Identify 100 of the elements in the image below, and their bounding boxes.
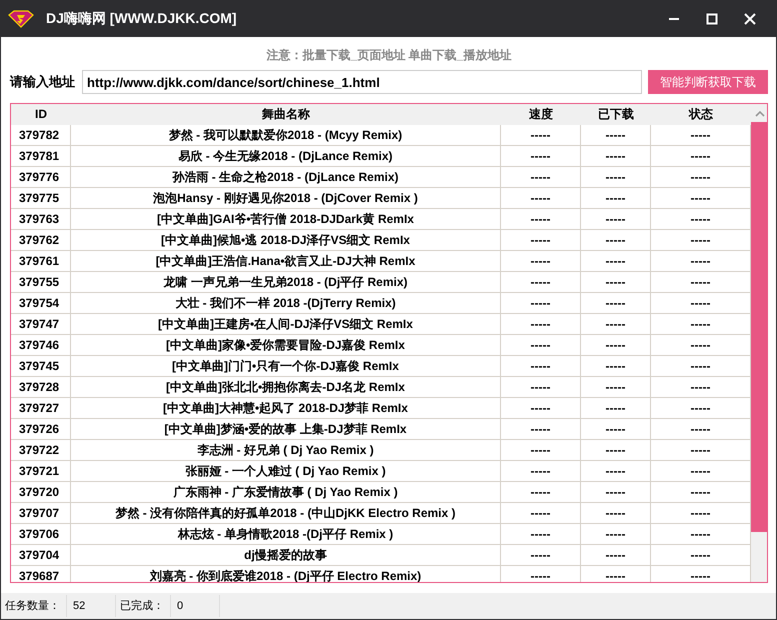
column-header: 舞曲名称	[261, 106, 311, 123]
table-cell: 379727	[11, 398, 71, 418]
notice-text: 注意：批量下载_页面地址 单曲下载_播放地址	[266, 47, 512, 64]
table-cell: 龙啸 一声兄弟一生兄弟2018 - (Dj平仔 Remix)	[71, 272, 501, 292]
table-cell: -----	[581, 419, 651, 439]
table-cell: 379687	[11, 566, 71, 582]
close-icon[interactable]	[744, 13, 756, 25]
maximize-icon[interactable]	[706, 13, 718, 25]
table-cell: -----	[501, 335, 581, 355]
address-field[interactable]: http://www.djkk.com/dance/sort/chinese_1.html	[82, 70, 642, 94]
table-cell: -----	[581, 356, 651, 376]
table-cell: -----	[581, 503, 651, 523]
table-cell: 379726	[11, 419, 71, 439]
table-cell: -----	[581, 293, 651, 313]
table-cell: 379747	[11, 314, 71, 334]
table-cell: 379704	[11, 545, 71, 565]
status-label: 已完成：	[116, 595, 171, 617]
table-cell: [中文单曲]大神慧•起风了 2018-DJ梦菲 RemIx	[71, 398, 501, 418]
table-cell: [中文单曲]门门•只有一个你-DJ嘉俊 RemIx	[71, 356, 501, 376]
table-cell: dj慢摇爱的故事	[71, 545, 501, 565]
table-cell: -----	[501, 524, 581, 544]
scrollbar-thumb[interactable]	[751, 122, 767, 532]
table-cell: -----	[581, 251, 651, 271]
table-cell: -----	[581, 230, 651, 250]
table-cell: -----	[501, 209, 581, 229]
table-cell: 梦然 - 我可以默默爱你2018 - (Mcyy Remix)	[71, 125, 501, 145]
table-cell: 广东雨神 - 广东爱情故事 ( Dj Yao Remix )	[71, 482, 501, 502]
table-cell: 379721	[11, 461, 71, 481]
status-value: 0	[171, 595, 220, 617]
table-cell: -----	[581, 440, 651, 460]
table-cell: -----	[501, 356, 581, 376]
table-cell: 379728	[11, 377, 71, 397]
table-cell: -----	[581, 314, 651, 334]
column-header: 状态	[688, 106, 714, 123]
table-cell: -----	[501, 314, 581, 334]
window-title: DJ嗨嗨网 [WWW.DJKK.COM]	[46, 10, 237, 28]
table-cell: -----	[501, 419, 581, 439]
table-cell: -----	[501, 503, 581, 523]
table-cell: -----	[581, 524, 651, 544]
table-cell: -----	[501, 566, 581, 582]
table-cell: [中文单曲]梦涵•爱的故事 上集-DJ梦菲 RemIx	[71, 419, 501, 439]
table-cell: 379745	[11, 356, 71, 376]
table-cell: -----	[581, 146, 651, 166]
table-cell: -----	[581, 482, 651, 502]
column-header: 已下载	[597, 106, 635, 123]
table-cell: 379762	[11, 230, 71, 250]
table-cell: -----	[581, 545, 651, 565]
table-cell: 379781	[11, 146, 71, 166]
table-cell: 李志洲 - 好兄弟 ( Dj Yao Remix )	[71, 440, 501, 460]
table-cell: -----	[501, 146, 581, 166]
table-cell: -----	[501, 251, 581, 271]
status-value: 52	[67, 595, 116, 617]
table-cell: [中文单曲]候旭•逃 2018-DJ泽仔VS细文 RemIx	[71, 230, 501, 250]
table-cell: -----	[501, 440, 581, 460]
table-cell: 379722	[11, 440, 71, 460]
table-cell: [中文单曲]GAI爷•苦行僧 2018-DJDark黄 RemIx	[71, 209, 501, 229]
table-cell: [中文单曲]家像•爱你需要冒险-DJ嘉俊 RemIx	[71, 335, 501, 355]
table-cell: -----	[501, 188, 581, 208]
status-label: 任务数量：	[1, 595, 67, 617]
table-cell: 张丽娅 - 一个人难过 ( Dj Yao Remix )	[71, 461, 501, 481]
table-cell: 379754	[11, 293, 71, 313]
table-cell: [中文单曲]王浩信.Hana•欲言又止-DJ大神 RemIx	[71, 251, 501, 271]
table-cell: -----	[501, 461, 581, 481]
table-cell: -----	[581, 377, 651, 397]
table-cell: -----	[501, 545, 581, 565]
table-cell: 易欣 - 今生无缘2018 - (DjLance Remix)	[71, 146, 501, 166]
table-cell: -----	[501, 230, 581, 250]
table-cell: -----	[581, 398, 651, 418]
table-cell: 379782	[11, 125, 71, 145]
table-cell: -----	[501, 293, 581, 313]
address-label: 请输入地址	[10, 73, 76, 91]
table-cell: -----	[581, 566, 651, 582]
table-cell: 379720	[11, 482, 71, 502]
logo-icon	[8, 10, 34, 28]
table-cell: -----	[501, 377, 581, 397]
table-cell: -----	[581, 335, 651, 355]
table-cell: 梦然 - 没有你陪伴真的好孤单2018 - (中山DjKK Electro Remix )	[71, 503, 501, 523]
table-cell: [中文单曲]王建房•在人间-DJ泽仔VS细文 RemIx	[71, 314, 501, 334]
table-cell: 379706	[11, 524, 71, 544]
table-cell: 379746	[11, 335, 71, 355]
table-cell: 379775	[11, 188, 71, 208]
table-cell: 泡泡Hansy - 刚好遇见你2018 - (DjCover Remix )	[71, 188, 501, 208]
column-header: 速度	[528, 106, 554, 123]
table-cell: -----	[581, 125, 651, 145]
table-cell: 379763	[11, 209, 71, 229]
table-cell: -----	[581, 188, 651, 208]
table-cell: 大壮 - 我们不一样 2018 -(DjTerry Remix)	[71, 293, 501, 313]
table-cell: -----	[581, 272, 651, 292]
table-cell: -----	[501, 125, 581, 145]
table-cell: -----	[501, 482, 581, 502]
table-cell: -----	[581, 461, 651, 481]
table-cell: 孙浩雨 - 生命之枪2018 - (DjLance Remix)	[71, 167, 501, 187]
table-cell: -----	[501, 398, 581, 418]
table-cell: -----	[501, 272, 581, 292]
table-cell: -----	[581, 209, 651, 229]
table-cell: 379776	[11, 167, 71, 187]
table-cell: [中文单曲]张北北•拥抱你离去-DJ名龙 RemIx	[71, 377, 501, 397]
table-cell: 379761	[11, 251, 71, 271]
column-header: ID	[34, 106, 48, 123]
table-cell: 379755	[11, 272, 71, 292]
